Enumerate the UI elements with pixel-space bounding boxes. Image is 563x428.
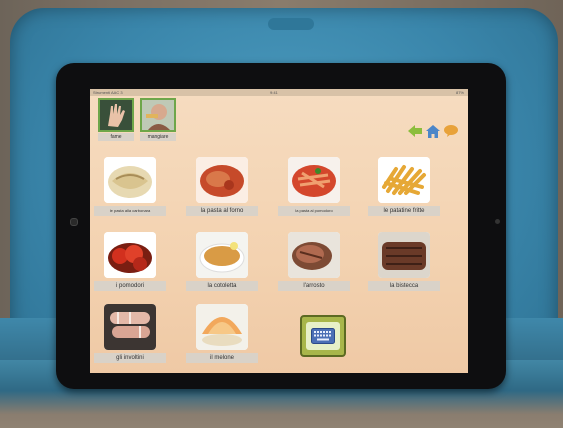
food-label: la bistecca xyxy=(368,281,440,291)
status-time: 9:41 xyxy=(270,90,278,95)
food-photo xyxy=(104,304,156,350)
food-card[interactable]: le patatine fritte xyxy=(368,157,440,216)
status-carrier: Strumenti AAC 3 xyxy=(93,90,123,95)
food-card[interactable]: la pasta al pomodoro xyxy=(278,157,350,216)
food-label: il melone xyxy=(186,353,258,363)
food-label: gli involtini xyxy=(94,353,166,363)
food-label: le pasta alla carbonara xyxy=(94,206,166,216)
category-tile-fame[interactable]: fame xyxy=(98,98,134,142)
app-screen: Strumenti AAC 3 9:41 87% fame mangiare l… xyxy=(90,89,468,373)
food-photo xyxy=(104,157,156,203)
front-camera xyxy=(70,218,78,226)
category-label: mangiare xyxy=(140,133,176,141)
food-card[interactable]: il melone xyxy=(186,304,258,363)
food-photo xyxy=(288,157,340,203)
status-bar: Strumenti AAC 3 9:41 87% xyxy=(90,89,468,96)
food-photo xyxy=(196,232,248,278)
food-label: i pomodori xyxy=(94,281,166,291)
food-card[interactable]: gli involtini xyxy=(94,304,166,363)
keyboard-button[interactable] xyxy=(300,315,346,357)
food-label: le patatine fritte xyxy=(368,206,440,216)
food-card[interactable]: i pomodori xyxy=(94,232,166,291)
food-card[interactable]: la bistecca xyxy=(368,232,440,291)
home-icon[interactable] xyxy=(426,124,440,138)
nav-bar xyxy=(408,124,458,138)
back-arrow-icon[interactable] xyxy=(408,124,422,138)
food-label: la pasta al pomodoro xyxy=(278,206,350,216)
food-card[interactable]: le pasta alla carbonara xyxy=(94,157,166,216)
status-battery: 87% xyxy=(455,90,464,95)
food-photo xyxy=(378,157,430,203)
hand-icon xyxy=(98,98,134,132)
speech-bubble-icon[interactable] xyxy=(444,124,458,138)
food-label: la cotoletta xyxy=(186,281,258,291)
category-label: fame xyxy=(98,133,134,141)
food-card[interactable]: la pasta al forno xyxy=(186,157,258,216)
ipad-device: Strumenti AAC 3 9:41 87% fame mangiare l… xyxy=(56,63,506,389)
food-card[interactable]: la cotoletta xyxy=(186,232,258,291)
food-photo xyxy=(288,232,340,278)
keyboard-icon xyxy=(306,322,340,350)
food-photo xyxy=(104,232,156,278)
eating-icon xyxy=(140,98,176,132)
food-photo xyxy=(196,157,248,203)
food-photo xyxy=(378,232,430,278)
food-label: la pasta al forno xyxy=(186,206,258,216)
category-tile-mangiare[interactable]: mangiare xyxy=(140,98,176,142)
case-handle xyxy=(268,18,314,30)
food-photo xyxy=(196,304,248,350)
food-card[interactable]: l'arrosto xyxy=(278,232,350,291)
food-label: l'arrosto xyxy=(278,281,350,291)
home-button[interactable] xyxy=(495,219,500,224)
